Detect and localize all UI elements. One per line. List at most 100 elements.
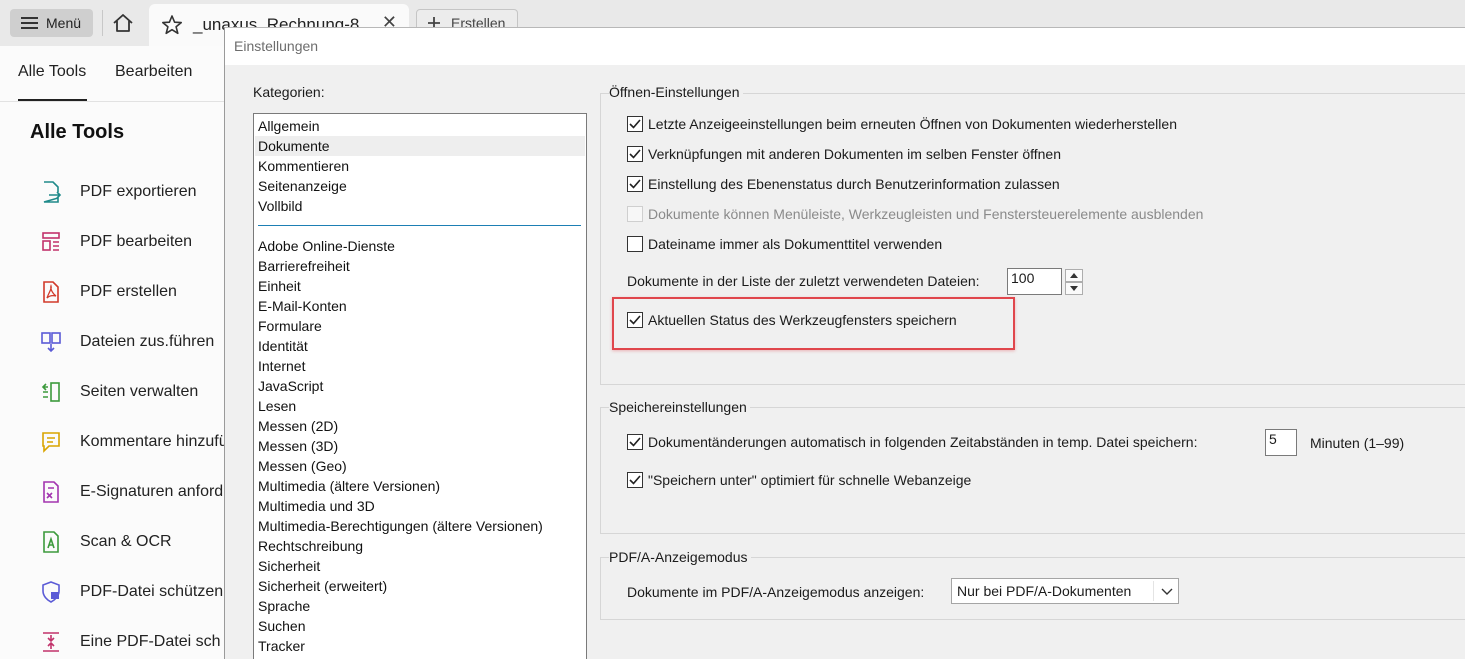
recent-files-text: Dokumente in der Liste der zuletzt verwe…: [627, 273, 980, 289]
checkmark-icon: [629, 437, 641, 447]
tool-export-pdf[interactable]: PDF exportieren: [40, 177, 197, 207]
checkbox-checked[interactable]: [627, 472, 643, 488]
tool-create-pdf[interactable]: PDF erstellen: [40, 277, 177, 307]
autosave-unit-label: Minuten (1–99): [1310, 435, 1405, 451]
app-window: Menü _unaxus_Rechnung-8 ✕ Erstellen Alle…: [0, 0, 1465, 659]
tool-label: Scan & OCR: [80, 533, 172, 550]
checkbox-unchecked[interactable]: [627, 236, 643, 252]
pdfa-label-text: Dokumente im PDF/A-Anzeigemodus anzeigen…: [627, 584, 925, 600]
category-item[interactable]: Multimedia und 3D: [258, 496, 375, 516]
category-item[interactable]: Suchen: [258, 616, 305, 636]
tool-combine-files[interactable]: Dateien zus.führen: [40, 327, 214, 357]
category-item[interactable]: Sicherheit: [258, 556, 320, 576]
tool-label: Kommentare hinzufü: [80, 433, 228, 450]
categories-list[interactable]: Allgemein Dokumente Kommentieren Seitena…: [253, 113, 587, 659]
tool-request-esign[interactable]: E-Signaturen anford: [40, 477, 223, 507]
checkbox-checked[interactable]: [627, 434, 643, 450]
arrow-up-icon: [1070, 273, 1078, 278]
tab-all-tools[interactable]: Alle Tools: [18, 63, 88, 101]
spin-down-button[interactable]: [1065, 282, 1083, 295]
tool-label: PDF exportieren: [80, 183, 197, 200]
tool-label: Seiten verwalten: [80, 383, 199, 400]
category-item[interactable]: Messen (Geo): [258, 456, 347, 476]
comment-icon: [42, 432, 60, 453]
menu-label: Menü: [46, 15, 82, 31]
category-item[interactable]: E-Mail-Konten: [258, 296, 347, 316]
dialog-titlebar[interactable]: Einstellungen: [225, 28, 1465, 65]
tab-edit[interactable]: Bearbeiten: [115, 63, 192, 81]
menu-button[interactable]: Menü: [10, 9, 93, 37]
tool-label: Eine PDF-Datei sch: [80, 633, 221, 650]
tool-protect-pdf[interactable]: PDF-Datei schützen: [40, 577, 223, 607]
checkbox-checked[interactable]: [627, 146, 643, 162]
option-label: Aktuellen Status des Werkzeugfensters sp…: [648, 312, 957, 328]
category-item[interactable]: Identität: [258, 336, 308, 356]
option-restore-view[interactable]: Letzte Anzeigeeinstellungen beim erneute…: [627, 116, 1177, 132]
recent-files-label: Dokumente in der Liste der zuletzt verwe…: [627, 273, 980, 289]
pdfa-title: PDF/A-Anzeigemodus: [609, 549, 751, 565]
spin-up-button[interactable]: [1065, 269, 1083, 282]
export-pdf-icon: [43, 181, 62, 203]
tool-compress-pdf[interactable]: Eine PDF-Datei sch: [40, 627, 221, 657]
option-fast-web-view[interactable]: "Speichern unter" optimiert für schnelle…: [627, 472, 971, 488]
checkbox-checked[interactable]: [627, 116, 643, 132]
autosave-minutes-input[interactable]: 5: [1265, 429, 1297, 456]
tool-label: PDF erstellen: [80, 283, 177, 300]
category-item[interactable]: Sprache: [258, 596, 310, 616]
category-item[interactable]: Messen (2D): [258, 416, 338, 436]
category-item[interactable]: Vollbild: [258, 196, 302, 216]
categories-label: Kategorien:: [253, 84, 325, 100]
dialog-title: Einstellungen: [234, 38, 319, 54]
tool-comment[interactable]: Kommentare hinzufü: [40, 427, 228, 457]
home-icon: [113, 14, 133, 32]
checkmark-icon: [629, 315, 641, 325]
category-item[interactable]: JavaScript: [258, 376, 323, 396]
save-settings-group: [600, 407, 1465, 534]
category-item[interactable]: Multimedia (ältere Versionen): [258, 476, 440, 496]
checkmark-icon: [629, 119, 641, 129]
category-item[interactable]: Sicherheit (erweitert): [258, 576, 387, 596]
recent-files-input[interactable]: 100: [1007, 268, 1062, 295]
option-autosave[interactable]: Dokumentänderungen automatisch in folgen…: [627, 434, 1197, 450]
star-icon[interactable]: [161, 14, 183, 36]
autosave-unit: Minuten (1–99): [1310, 435, 1404, 451]
home-button[interactable]: [106, 10, 140, 36]
option-label: Dokumentänderungen automatisch in folgen…: [648, 434, 1198, 450]
open-settings-title: Öffnen-Einstellungen: [609, 84, 743, 100]
option-label: Dokumente können Menüleiste, Werkzeuglei…: [648, 206, 1204, 222]
category-item[interactable]: Adobe Online-Dienste: [258, 236, 395, 256]
checkmark-icon: [629, 475, 641, 485]
category-item[interactable]: Kommentieren: [258, 156, 349, 176]
option-layer-state[interactable]: Einstellung des Ebenenstatus durch Benut…: [627, 176, 1060, 192]
scan-ocr-icon: [43, 531, 59, 553]
pdfa-mode-select[interactable]: Nur bei PDF/A-Dokumenten: [951, 578, 1179, 604]
save-settings-title: Speichereinstellungen: [609, 399, 750, 415]
checkbox-checked[interactable]: [627, 312, 643, 328]
option-filename-as-title[interactable]: Dateiname immer als Dokumenttitel verwen…: [627, 236, 942, 252]
tool-scan-ocr[interactable]: Scan & OCR: [40, 527, 172, 557]
checkbox-checked[interactable]: [627, 176, 643, 192]
preferences-dialog: Einstellungen Kategorien: Allgemein Doku…: [224, 27, 1465, 659]
compress-pdf-icon: [43, 632, 59, 652]
category-item[interactable]: Multimedia-Berechtigungen (ältere Versio…: [258, 516, 543, 536]
checkmark-icon: [629, 149, 641, 159]
category-item[interactable]: Formulare: [258, 316, 322, 336]
category-item[interactable]: Tracker: [258, 636, 305, 656]
category-item[interactable]: Messen (3D): [258, 436, 338, 456]
category-item[interactable]: Lesen: [258, 396, 296, 416]
tool-organize-pages[interactable]: Seiten verwalten: [40, 377, 198, 407]
category-item[interactable]: Rechtschreibung: [258, 536, 363, 556]
checkbox-disabled: [627, 206, 643, 222]
organize-pages-icon: [41, 382, 60, 402]
tool-edit-pdf[interactable]: PDF bearbeiten: [40, 227, 192, 257]
category-item[interactable]: Allgemein: [258, 116, 319, 136]
pdfa-mode-value: Nur bei PDF/A-Dokumenten: [957, 583, 1132, 599]
option-links-same-window[interactable]: Verknüpfungen mit anderen Dokumenten im …: [627, 146, 1061, 162]
category-item[interactable]: Seitenanzeige: [258, 176, 347, 196]
category-item[interactable]: Internet: [258, 356, 305, 376]
category-item[interactable]: Einheit: [258, 276, 301, 296]
create-pdf-icon: [43, 281, 59, 303]
category-item[interactable]: Barrierefreiheit: [258, 256, 350, 276]
category-item-selected[interactable]: Dokumente: [255, 136, 585, 156]
option-save-tool-pane-state[interactable]: Aktuellen Status des Werkzeugfensters sp…: [627, 312, 957, 328]
